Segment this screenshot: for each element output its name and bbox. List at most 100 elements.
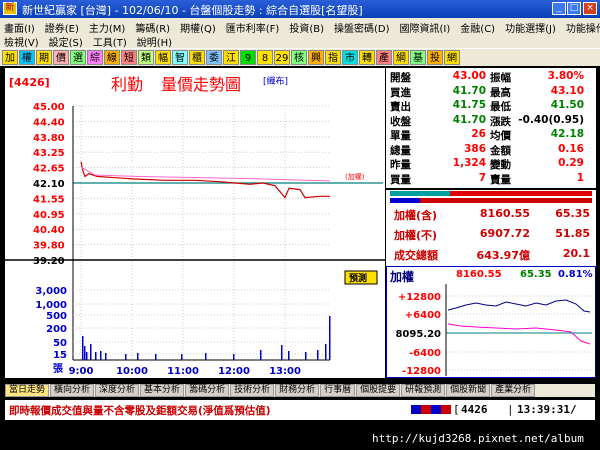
tab-9[interactable]: 研報預測 bbox=[401, 384, 446, 397]
menu-item-9[interactable]: 金融(C) bbox=[460, 20, 495, 35]
menu2-item-1[interactable]: 設定(S) bbox=[49, 34, 83, 49]
tab-4[interactable]: 籌碼分析 bbox=[185, 384, 230, 397]
quote-value: 41.70 bbox=[452, 84, 486, 97]
index-change: 51.85 bbox=[555, 227, 590, 240]
toolbar-button-22[interactable]: 產 bbox=[376, 50, 392, 65]
toolbar-button-14[interactable]: 9 bbox=[240, 50, 256, 65]
footer: http://kujd3268.pixnet.net/album bbox=[0, 428, 600, 450]
index-panel: 加權(含) 8160.55 65.35 加權(不) 6907.72 51.85 成交總額 64… bbox=[386, 204, 596, 266]
quote-value-2: 0.29 bbox=[558, 157, 584, 169]
index-change: 20.1 bbox=[562, 247, 590, 260]
menu-item-7[interactable]: 操盤密碼(D) bbox=[334, 20, 390, 35]
mini-chart-canvas: +12800 +6400 8095.20 -6400 -12800 bbox=[386, 266, 596, 378]
tab-8[interactable]: 個股提要 bbox=[356, 384, 401, 397]
toolbar-button-25[interactable]: 投 bbox=[427, 50, 443, 65]
price-volume-chart: [4426] 利勤 量價走勢圖 [織布] 45.00 44.40 43.80 43.25 42.… bbox=[5, 68, 385, 378]
toolbar-button-10[interactable]: 智 bbox=[172, 50, 188, 65]
volume-bar bbox=[288, 351, 290, 360]
quote-label: 開盤 bbox=[390, 72, 411, 84]
tab-6[interactable]: 財務分析 bbox=[275, 384, 320, 397]
quote-label: 單量 bbox=[390, 130, 411, 142]
toolbar-button-15[interactable]: 8 bbox=[257, 50, 273, 65]
menu-item-2[interactable]: 主力(M) bbox=[89, 20, 125, 35]
tab-10[interactable]: 個股新聞 bbox=[446, 384, 491, 397]
quote-label-2: 變動 bbox=[490, 159, 511, 171]
toolbar-button-21[interactable]: 轉 bbox=[359, 50, 375, 65]
toolbar: 加權期價選綜線短類幅智櫃委江 9 8 29 核興指市轉產綱基投網 bbox=[0, 48, 600, 66]
tab-3[interactable]: 基本分析 bbox=[140, 384, 185, 397]
toolbar-button-1[interactable]: 權 bbox=[19, 50, 35, 65]
average-price-line bbox=[80, 166, 331, 182]
time-tick-label: 10:00 bbox=[116, 366, 148, 377]
menu-item-11[interactable]: 功能操作(K) bbox=[566, 20, 600, 35]
toolbar-button-20[interactable]: 市 bbox=[342, 50, 358, 65]
volume-tick-label: 200 bbox=[46, 324, 67, 335]
tab-1[interactable]: 橫向分析 bbox=[50, 384, 95, 397]
menu-item-3[interactable]: 籌碼(R) bbox=[135, 20, 170, 35]
volume-bar bbox=[105, 353, 107, 360]
toolbar-button-11[interactable]: 櫃 bbox=[189, 50, 205, 65]
minimize-button[interactable]: _ bbox=[552, 2, 566, 15]
toolbar-button-0[interactable]: 加 bbox=[2, 50, 18, 65]
toolbar-button-6[interactable]: 線 bbox=[104, 50, 120, 65]
chart-canvas: [4426] 利勤 量價走勢圖 [織布] 45.00 44.40 43.80 43.25 42.… bbox=[5, 75, 385, 377]
toolbar-button-17[interactable]: 核 bbox=[291, 50, 307, 65]
toolbar-button-18[interactable]: 興 bbox=[308, 50, 324, 65]
volume-bar bbox=[317, 350, 319, 360]
quote-label: 昨量 bbox=[390, 159, 411, 171]
toolbar-button-26[interactable]: 網 bbox=[444, 50, 460, 65]
close-button[interactable]: × bbox=[583, 2, 597, 15]
volume-tick-label: 50 bbox=[53, 338, 67, 349]
toolbar-button-8[interactable]: 類 bbox=[138, 50, 154, 65]
tab-5[interactable]: 技術分析 bbox=[230, 384, 275, 397]
price-tick-label: 43.80 bbox=[33, 133, 65, 144]
menu-item-4[interactable]: 期權(Q) bbox=[180, 20, 216, 35]
volume-tick-label: 500 bbox=[46, 311, 67, 322]
menu2-item-3[interactable]: 說明(H) bbox=[137, 34, 172, 49]
tab-11[interactable]: 產業分析 bbox=[491, 384, 536, 397]
toolbar-button-19[interactable]: 指 bbox=[325, 50, 341, 65]
menu-item-1[interactable]: 證券(E) bbox=[45, 20, 79, 35]
menu-item-10[interactable]: 功能選擇(J) bbox=[505, 20, 556, 35]
price-tick-label: 44.40 bbox=[33, 117, 65, 128]
quote-row: 賣出 41.75 最低 41.50 bbox=[386, 99, 596, 114]
quote-row: 買量 7 賣量 1 bbox=[386, 172, 596, 187]
toolbar-button-9[interactable]: 幅 bbox=[155, 50, 171, 65]
volume-bar bbox=[181, 354, 183, 360]
quote-label: 總量 bbox=[390, 144, 411, 157]
toolbar-button-4[interactable]: 選 bbox=[70, 50, 86, 65]
mini-tick-label: -12800 bbox=[402, 366, 441, 377]
status-light-blue bbox=[411, 405, 421, 414]
time-tick-label: 11:00 bbox=[167, 366, 199, 377]
volume-bar bbox=[305, 352, 307, 360]
toolbar-button-5[interactable]: 綜 bbox=[87, 50, 103, 65]
quote-value: 1,324 bbox=[452, 157, 486, 169]
price-tick-label: 39.20 bbox=[33, 256, 65, 267]
toolbar-button-24[interactable]: 基 bbox=[410, 50, 426, 65]
toolbar-button-16[interactable]: 29 bbox=[274, 50, 290, 65]
toolbar-button-13[interactable]: 江 bbox=[223, 50, 239, 65]
quote-label-2: 金額 bbox=[490, 144, 511, 157]
toolbar-button-7[interactable]: 短 bbox=[121, 50, 137, 65]
menu-item-0[interactable]: 畫面(I) bbox=[4, 20, 35, 35]
tab-0[interactable]: 當日走勢 bbox=[5, 384, 50, 397]
menu2-item-2[interactable]: 工具(T) bbox=[93, 34, 127, 49]
menu-item-8[interactable]: 國際資訊(I) bbox=[400, 20, 451, 35]
toolbar-button-12[interactable]: 委 bbox=[206, 50, 222, 65]
toolbar-button-23[interactable]: 綱 bbox=[393, 50, 409, 65]
quote-value: 26 bbox=[471, 128, 486, 140]
quote-label-2: 漲跌 bbox=[490, 115, 511, 128]
menu-item-5[interactable]: 匯市利率(F) bbox=[226, 20, 280, 35]
volume-tick-label: 3,000 bbox=[35, 286, 67, 297]
maximize-button[interactable]: □ bbox=[567, 2, 581, 15]
quote-value-2: 41.50 bbox=[550, 99, 584, 111]
menu-item-6[interactable]: 投資(B) bbox=[289, 20, 324, 35]
tab-2[interactable]: 深度分析 bbox=[95, 384, 140, 397]
toolbar-button-2[interactable]: 期 bbox=[36, 50, 52, 65]
index-label: 加權(不) bbox=[394, 229, 438, 242]
toolbar-button-3[interactable]: 價 bbox=[53, 50, 69, 65]
menu2-item-0[interactable]: 檢視(V) bbox=[4, 34, 39, 49]
tab-7[interactable]: 行事曆 bbox=[320, 384, 356, 397]
quote-label-2: 均價 bbox=[490, 130, 511, 142]
mini-index-line bbox=[447, 299, 591, 313]
